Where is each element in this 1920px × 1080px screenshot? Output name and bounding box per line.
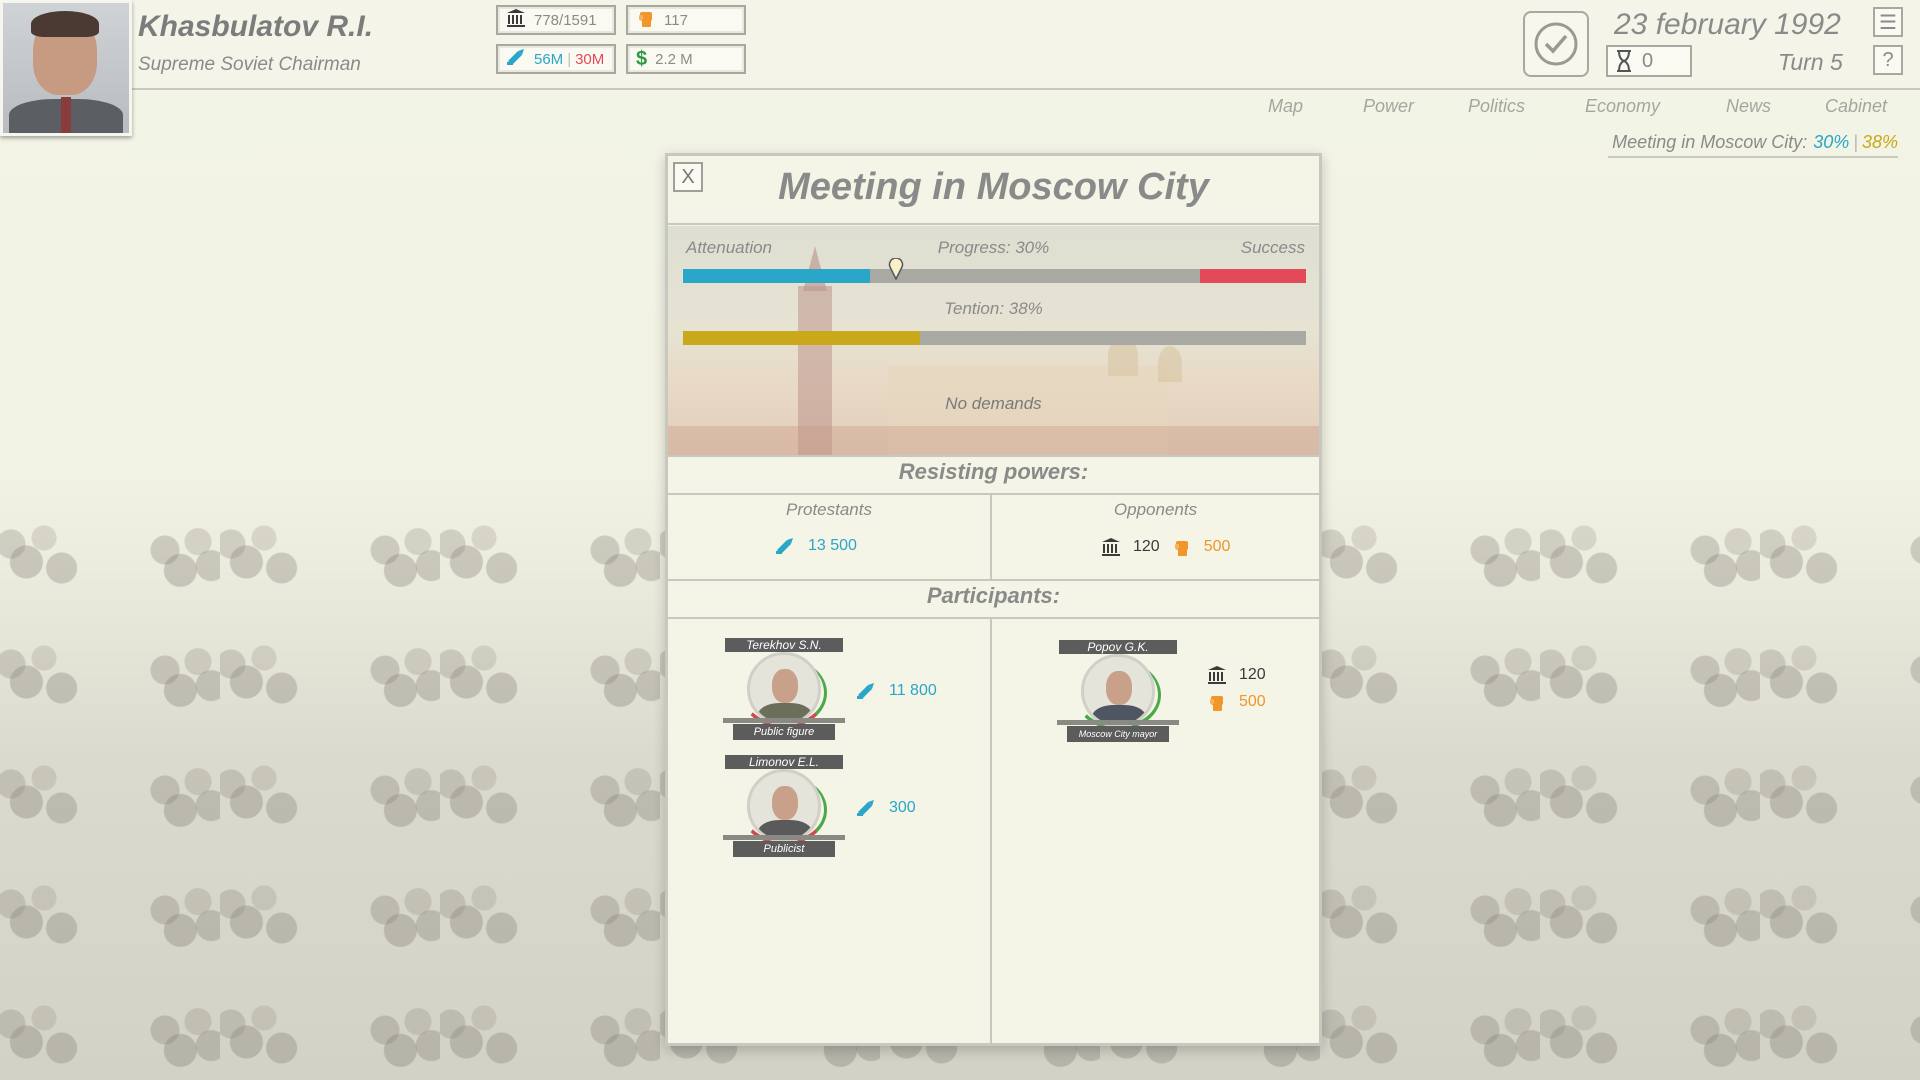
dialog-title: Meeting in Moscow City [778, 166, 1209, 208]
opponents-row: 120 500 [1101, 537, 1230, 557]
opponents-force: 500 [1203, 538, 1231, 555]
parliament-icon [506, 8, 526, 32]
success-zone [1200, 269, 1306, 283]
participants-column-divider [990, 619, 992, 1043]
dollar-icon: $ [636, 48, 648, 70]
nav-news[interactable]: News [1726, 96, 1771, 117]
participant-card[interactable]: Limonov E.L. Publicist [719, 755, 849, 865]
meeting-status-separator: | [1853, 132, 1858, 152]
fist-icon [636, 8, 656, 32]
participants-divider [668, 617, 1319, 619]
participant-force-value: 500 [1239, 693, 1266, 710]
tension-fill [683, 331, 920, 345]
tension-bar [683, 331, 1306, 345]
title-divider [668, 223, 1319, 225]
money-value: 2.2 M [655, 50, 693, 68]
participant-role: Moscow City mayor [1067, 726, 1169, 742]
hourglass-counter[interactable]: 0 [1606, 45, 1692, 77]
avatar [747, 769, 821, 843]
megaphone-icon [506, 47, 526, 71]
protestants-title: Protestants [786, 500, 872, 519]
help-button[interactable]: ? [1873, 45, 1903, 75]
progress-bar [683, 269, 1306, 283]
scene-divider [668, 455, 1319, 457]
megaphone-icon [857, 683, 874, 699]
menu-icon: ☰ [1879, 11, 1897, 34]
support-blue-value: 56M [534, 50, 564, 68]
parliament-icon [1102, 538, 1120, 556]
participant-support-row: 11 800 [855, 681, 937, 701]
leader-title: Supreme Soviet Chairman [138, 54, 361, 75]
parliament-icon [1208, 666, 1226, 684]
hourglass-value: 0 [1642, 49, 1654, 72]
participant-seats-row: 120 [1207, 665, 1266, 685]
leader-name: Khasbulatov R.I. [138, 10, 374, 43]
progress-marker-icon [888, 257, 904, 281]
menu-button[interactable]: ☰ [1873, 7, 1903, 37]
participant-support-value: 11 800 [889, 682, 937, 699]
participant-role: Publicist [733, 841, 835, 857]
end-turn-button[interactable] [1523, 11, 1589, 77]
opponents-seats: 120 [1133, 538, 1160, 555]
money-stat[interactable]: $ 2.2 M [626, 44, 746, 74]
participant-name: Terekhov S.N. [725, 638, 843, 652]
nav-map[interactable]: Map [1268, 96, 1303, 117]
force-value: 117 [664, 11, 688, 29]
participant-role: Public figure [733, 724, 835, 740]
meeting-status-progress: 30% [1813, 132, 1850, 152]
support-red-value: 30M [575, 50, 605, 68]
resisting-divider [668, 493, 1319, 495]
success-label: Success [1240, 238, 1305, 257]
participant-support-value: 300 [889, 799, 916, 816]
protestants-value: 13 500 [808, 537, 857, 554]
nav-cabinet[interactable]: Cabinet [1825, 96, 1887, 117]
progress-fill [683, 269, 870, 283]
help-icon: ? [1882, 48, 1894, 71]
participant-support-row: 300 [855, 798, 916, 818]
resisting-powers-title: Resisting powers: [898, 459, 1089, 484]
nav-economy[interactable]: Economy [1585, 96, 1660, 117]
participant-card[interactable]: Terekhov S.N. Public figure [719, 638, 849, 748]
megaphone-icon [857, 800, 874, 816]
fist-icon [1174, 541, 1188, 556]
current-date: 23 february 1992 [1614, 8, 1841, 41]
force-stat[interactable]: 117 [626, 5, 746, 35]
participant-force-row: 500 [1207, 692, 1266, 712]
avatar [747, 652, 821, 726]
meeting-status-label: Meeting in Moscow City: [1612, 132, 1808, 152]
checkmark-icon [1534, 22, 1578, 66]
fist-icon [1210, 696, 1223, 711]
participant-seats-value: 120 [1239, 666, 1266, 683]
nav-power[interactable]: Power [1363, 96, 1414, 117]
kremlin-scene: Attenuation Progress: 30% Success Tentio… [668, 226, 1319, 455]
seats-value: 778/1591 [534, 11, 597, 29]
meeting-status-tension: 38% [1861, 132, 1898, 152]
participant-card[interactable]: Popov G.K. Moscow City mayor [1053, 640, 1183, 750]
participants-title: Participants: [926, 583, 1061, 608]
megaphone-icon [776, 538, 793, 554]
turn-counter: Turn 5 [1778, 49, 1843, 75]
participants-top-divider [668, 579, 1319, 581]
meeting-dialog: X Meeting in Moscow City Attenuation Pro… [665, 153, 1322, 1046]
demands-text: No demands [945, 394, 1042, 413]
nav-politics[interactable]: Politics [1468, 96, 1525, 117]
participant-name: Limonov E.L. [725, 755, 843, 769]
seats-stat[interactable]: 778/1591 [496, 5, 616, 35]
progress-label: Progress: 30% [937, 238, 1050, 257]
avatar [1081, 654, 1155, 728]
support-stat[interactable]: 56M | 30M [496, 44, 616, 74]
participant-name: Popov G.K. [1059, 640, 1177, 654]
opponents-title: Opponents [1113, 500, 1198, 519]
meeting-status[interactable]: Meeting in Moscow City: 30% | 38% [1612, 132, 1898, 153]
tension-label: Tention: 38% [944, 299, 1043, 318]
meeting-status-underline [1608, 156, 1898, 158]
protestants-row: 13 500 [774, 536, 857, 556]
leader-portrait[interactable] [0, 0, 132, 136]
hourglass-icon [1617, 50, 1631, 72]
